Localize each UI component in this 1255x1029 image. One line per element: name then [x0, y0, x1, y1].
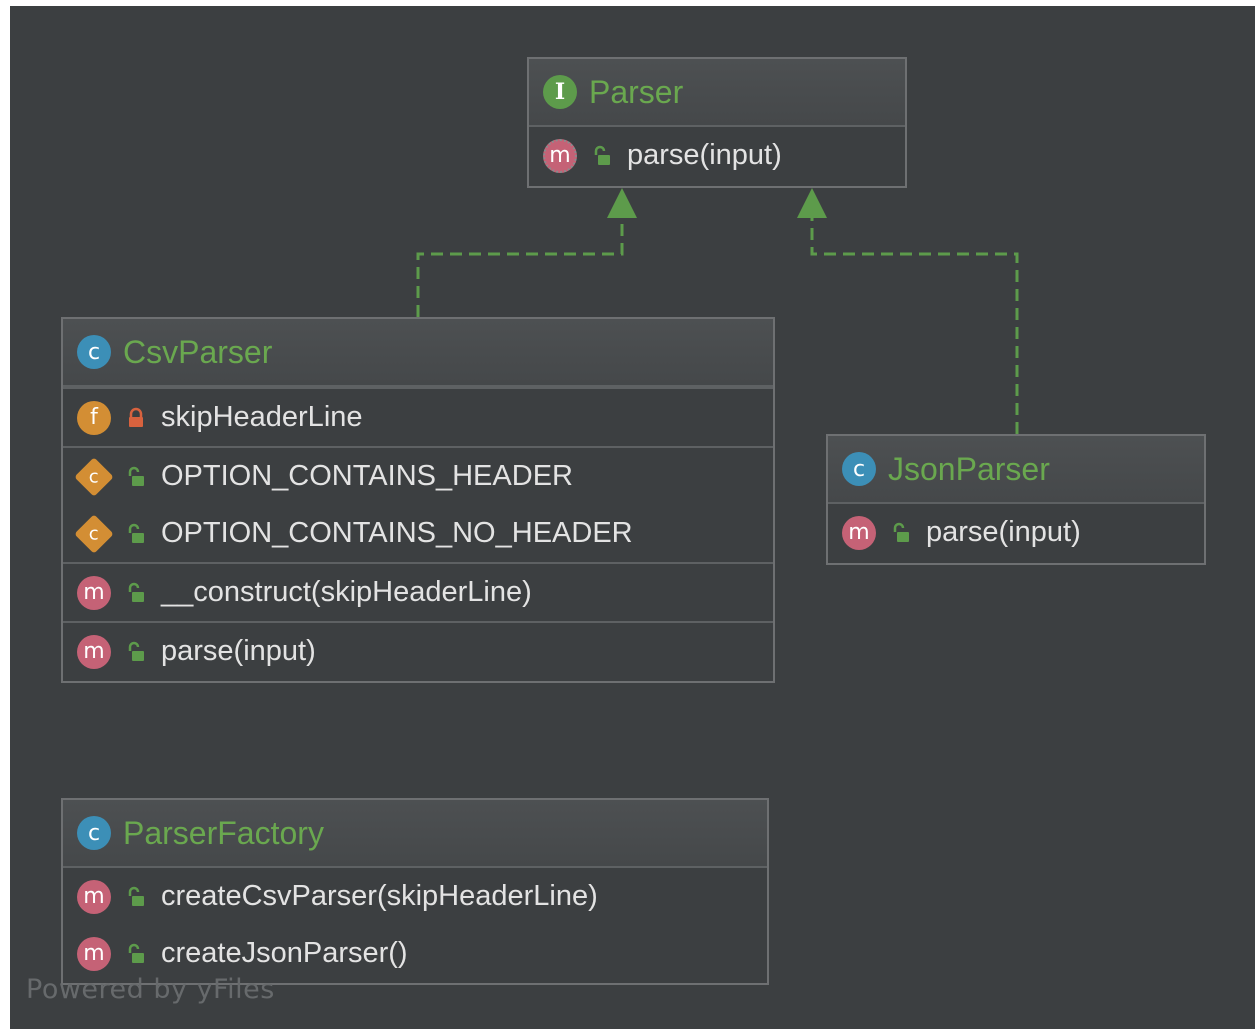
method-row: m parse(input): [529, 127, 905, 184]
method-label: parse(input): [161, 635, 316, 667]
public-unlocked-icon: [128, 641, 144, 661]
method-label: createCsvParser(skipHeaderLine): [161, 880, 598, 912]
public-unlocked-icon: [128, 582, 144, 602]
method-row: m createCsvParser(skipHeaderLine): [63, 868, 767, 925]
method-icon: m: [77, 634, 111, 669]
node-header: c JsonParser: [828, 436, 1204, 504]
method-label: parse(input): [926, 516, 1081, 548]
node-header: c CsvParser: [63, 319, 773, 387]
public-unlocked-icon: [128, 943, 144, 963]
public-unlocked-icon: [128, 466, 144, 486]
methods-section: m parse(input): [63, 621, 773, 680]
method-label: __construct(skipHeaderLine): [161, 576, 532, 608]
diagram-canvas: I Parser m parse(input) c CsvParser f sk…: [10, 6, 1255, 1029]
constant-label: OPTION_CONTAINS_NO_HEADER: [161, 517, 633, 549]
implements-arrowhead-left: [607, 188, 637, 218]
constant-letter: c: [89, 523, 99, 544]
method-label: parse(input): [627, 139, 782, 171]
method-icon: m: [77, 936, 111, 971]
implements-arrowhead-right: [797, 188, 827, 218]
constant-letter: c: [89, 466, 99, 487]
node-title: JsonParser: [888, 450, 1050, 487]
method-icon: m: [77, 575, 111, 610]
constant-row: c OPTION_CONTAINS_HEADER: [63, 448, 773, 505]
constants-section: c OPTION_CONTAINS_HEADER c OPTION_CONTAI…: [63, 446, 773, 562]
class-icon: c: [77, 816, 111, 850]
class-icon: c: [77, 335, 111, 369]
edge-csvparser-implements-parser: [416, 214, 624, 317]
class-icon: c: [842, 452, 876, 486]
private-lock-icon: [129, 407, 143, 427]
constant-label: OPTION_CONTAINS_HEADER: [161, 460, 573, 492]
public-unlocked-icon: [128, 523, 144, 543]
parserfactory-node[interactable]: c ParserFactory m createCsvParser(skipHe…: [61, 798, 769, 985]
method-icon: m: [77, 879, 111, 914]
constructor-section: m __construct(skipHeaderLine): [63, 562, 773, 621]
parser-node[interactable]: I Parser m parse(input): [527, 57, 907, 188]
method-row: m parse(input): [828, 504, 1204, 561]
field-row: f skipHeaderLine: [63, 389, 773, 446]
field-icon: f: [77, 400, 111, 435]
csvparser-node[interactable]: c CsvParser f skipHeaderLine c OPTION_CO…: [61, 317, 775, 683]
constant-icon: c: [74, 513, 114, 554]
node-title: ParserFactory: [123, 814, 324, 851]
abstract-method-icon: m: [543, 138, 577, 173]
public-unlocked-icon: [893, 522, 909, 542]
node-header: I Parser: [529, 59, 905, 127]
jsonparser-node[interactable]: c JsonParser m parse(input): [826, 434, 1206, 565]
constant-icon: c: [74, 456, 114, 497]
interface-icon: I: [543, 75, 577, 109]
method-icon: m: [842, 515, 876, 550]
node-title: Parser: [589, 73, 684, 110]
node-title: CsvParser: [123, 333, 273, 370]
field-label: skipHeaderLine: [161, 401, 363, 433]
method-row: m parse(input): [63, 623, 773, 680]
public-unlocked-icon: [594, 145, 610, 165]
method-row: m __construct(skipHeaderLine): [63, 564, 773, 621]
node-header: c ParserFactory: [63, 800, 767, 868]
fields-section: f skipHeaderLine: [63, 387, 773, 446]
public-unlocked-icon: [128, 886, 144, 906]
yfiles-watermark: Powered by yFiles: [26, 974, 275, 1005]
constant-row: c OPTION_CONTAINS_NO_HEADER: [63, 505, 773, 562]
edge-jsonparser-implements-parser: [810, 214, 1019, 434]
method-label: createJsonParser(): [161, 937, 408, 969]
